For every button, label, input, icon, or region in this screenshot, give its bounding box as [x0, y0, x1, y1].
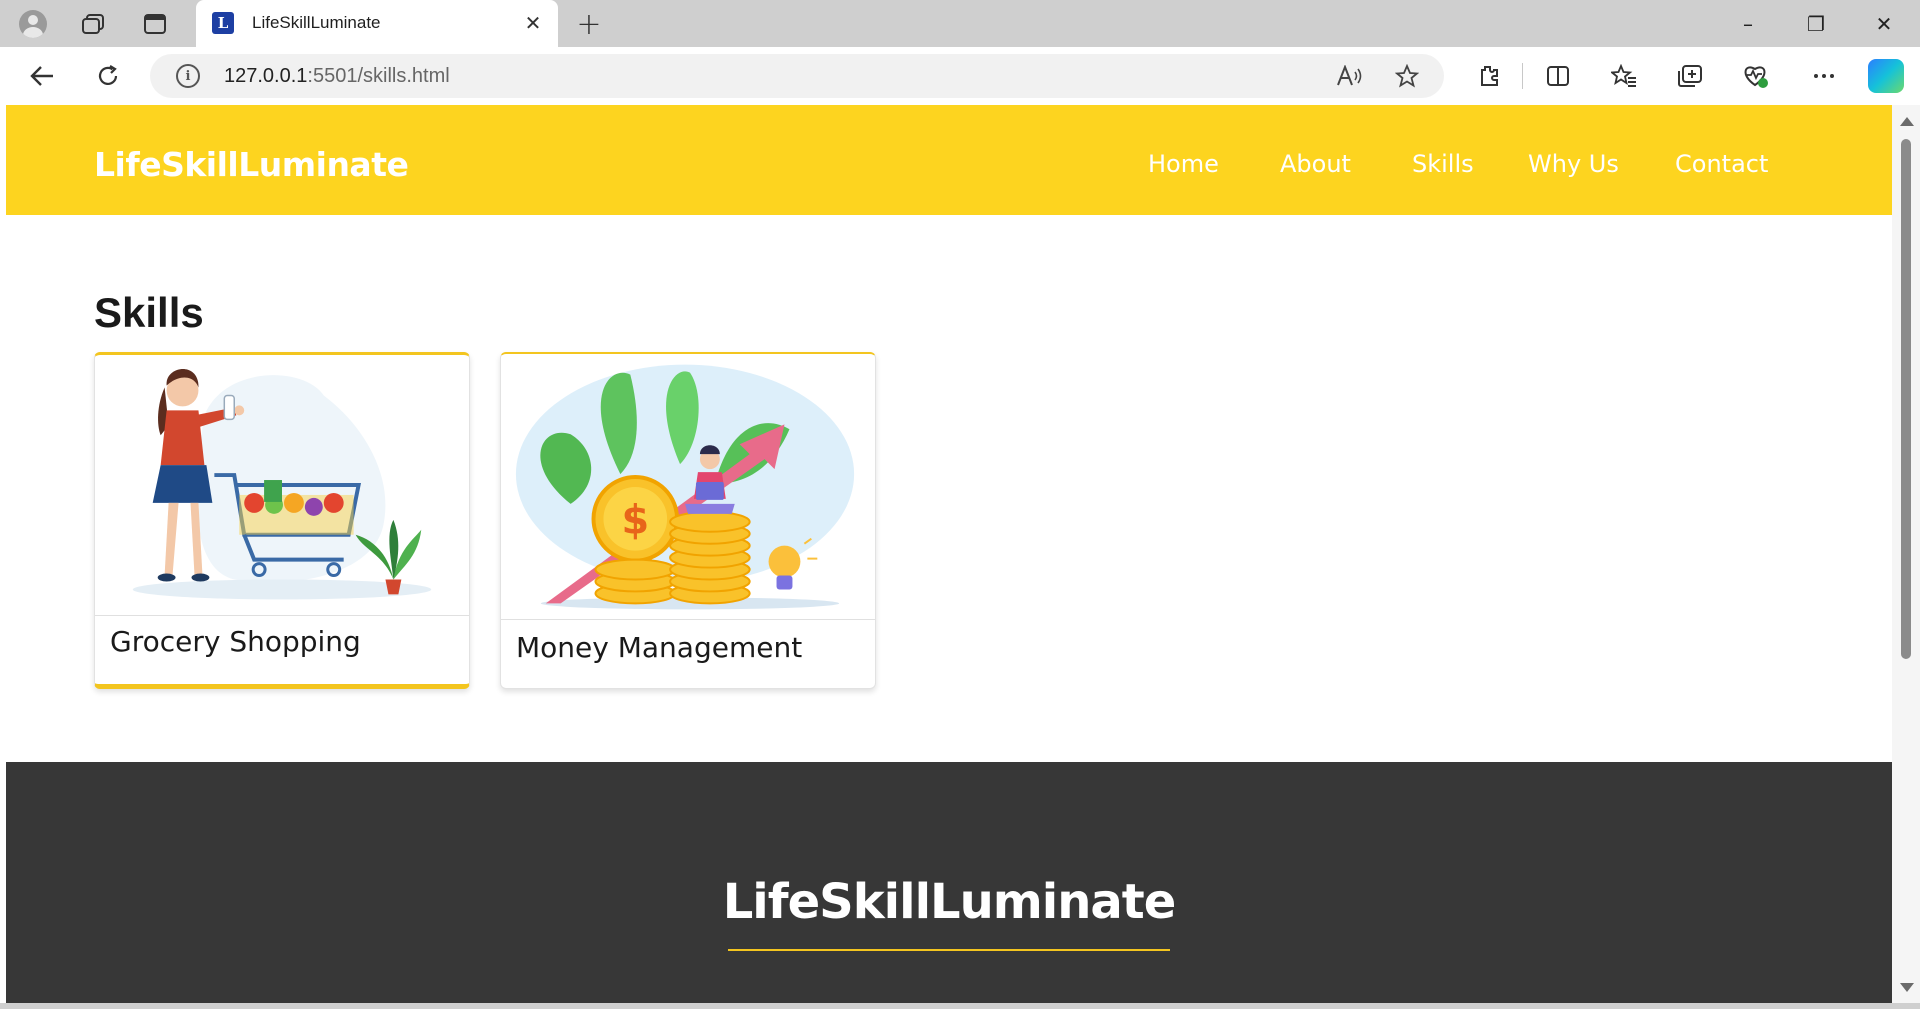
browser-tab-bar: L LifeSkillLuminate ✕ + – ❐ ✕ — [0, 0, 1920, 47]
toolbar-divider — [1522, 63, 1523, 89]
url-input[interactable]: i 127.0.0.1:5501/skills.html — [150, 54, 1444, 98]
skill-card-money-management[interactable]: $ Money Management — [500, 352, 876, 689]
browser-tab-active[interactable]: L LifeSkillLuminate ✕ — [196, 0, 558, 47]
url-text: 127.0.0.1:5501/skills.html — [224, 65, 450, 87]
read-aloud-icon[interactable] — [1334, 62, 1364, 90]
nav-link-why-us[interactable]: Why Us — [1528, 150, 1619, 178]
browser-address-bar: i 127.0.0.1:5501/skills.html — [0, 47, 1920, 105]
svg-text:$: $ — [621, 498, 649, 544]
footer-brand: LifeSkillLuminate — [722, 874, 1177, 930]
collections-icon[interactable] — [1672, 59, 1708, 93]
profile-icon[interactable] — [16, 8, 50, 40]
close-window-button[interactable]: ✕ — [1854, 4, 1914, 44]
tab-title: LifeSkillLuminate — [252, 13, 381, 32]
site-header: LifeSkillLuminate Home About Skills Why … — [6, 105, 1892, 215]
woman-with-shopping-cart-illustration — [95, 355, 469, 615]
refresh-icon[interactable] — [90, 59, 126, 93]
page-title: Skills — [94, 289, 204, 336]
favorite-star-icon[interactable] — [1392, 62, 1422, 90]
copilot-icon[interactable] — [1868, 59, 1904, 93]
vertical-scrollbar[interactable] — [1892, 105, 1920, 1003]
nav-link-about[interactable]: About — [1280, 150, 1351, 178]
minimize-button[interactable]: – — [1718, 4, 1778, 44]
info-icon[interactable]: i — [176, 64, 200, 88]
tab-close-icon[interactable]: ✕ — [520, 10, 546, 36]
vertical-tabs-icon[interactable] — [138, 8, 172, 40]
nav-link-skills[interactable]: Skills — [1412, 150, 1474, 178]
site-footer: LifeSkillLuminate — [6, 762, 1892, 1003]
more-icon[interactable] — [1806, 59, 1842, 93]
skill-card-grocery-shopping[interactable]: Grocery Shopping — [94, 352, 470, 689]
favorites-icon[interactable] — [1606, 59, 1642, 93]
nav-link-home[interactable]: Home — [1148, 150, 1219, 178]
footer-underline — [728, 949, 1170, 951]
site-favicon-icon: L — [212, 12, 234, 34]
scroll-up-icon[interactable] — [1900, 117, 1914, 126]
scroll-down-icon[interactable] — [1900, 983, 1914, 992]
new-tab-button[interactable]: + — [572, 7, 606, 42]
coins-growth-chart-illustration: $ — [501, 354, 875, 619]
page-viewport: LifeSkillLuminate Home About Skills Why … — [6, 105, 1892, 1003]
browser-essentials-icon[interactable] — [1738, 59, 1774, 93]
skill-card-label: Grocery Shopping — [95, 615, 469, 684]
window-bottom-edge — [0, 1003, 1920, 1009]
restore-button[interactable]: ❐ — [1786, 4, 1846, 44]
site-logo[interactable]: LifeSkillLuminate — [94, 145, 409, 184]
skill-card-label: Money Management — [501, 619, 875, 688]
back-icon[interactable] — [24, 59, 60, 93]
extensions-icon[interactable] — [1470, 59, 1506, 93]
workspaces-icon[interactable] — [76, 8, 110, 40]
nav-link-contact[interactable]: Contact — [1675, 150, 1768, 178]
scrollbar-thumb[interactable] — [1901, 139, 1911, 659]
split-screen-icon[interactable] — [1540, 59, 1576, 93]
